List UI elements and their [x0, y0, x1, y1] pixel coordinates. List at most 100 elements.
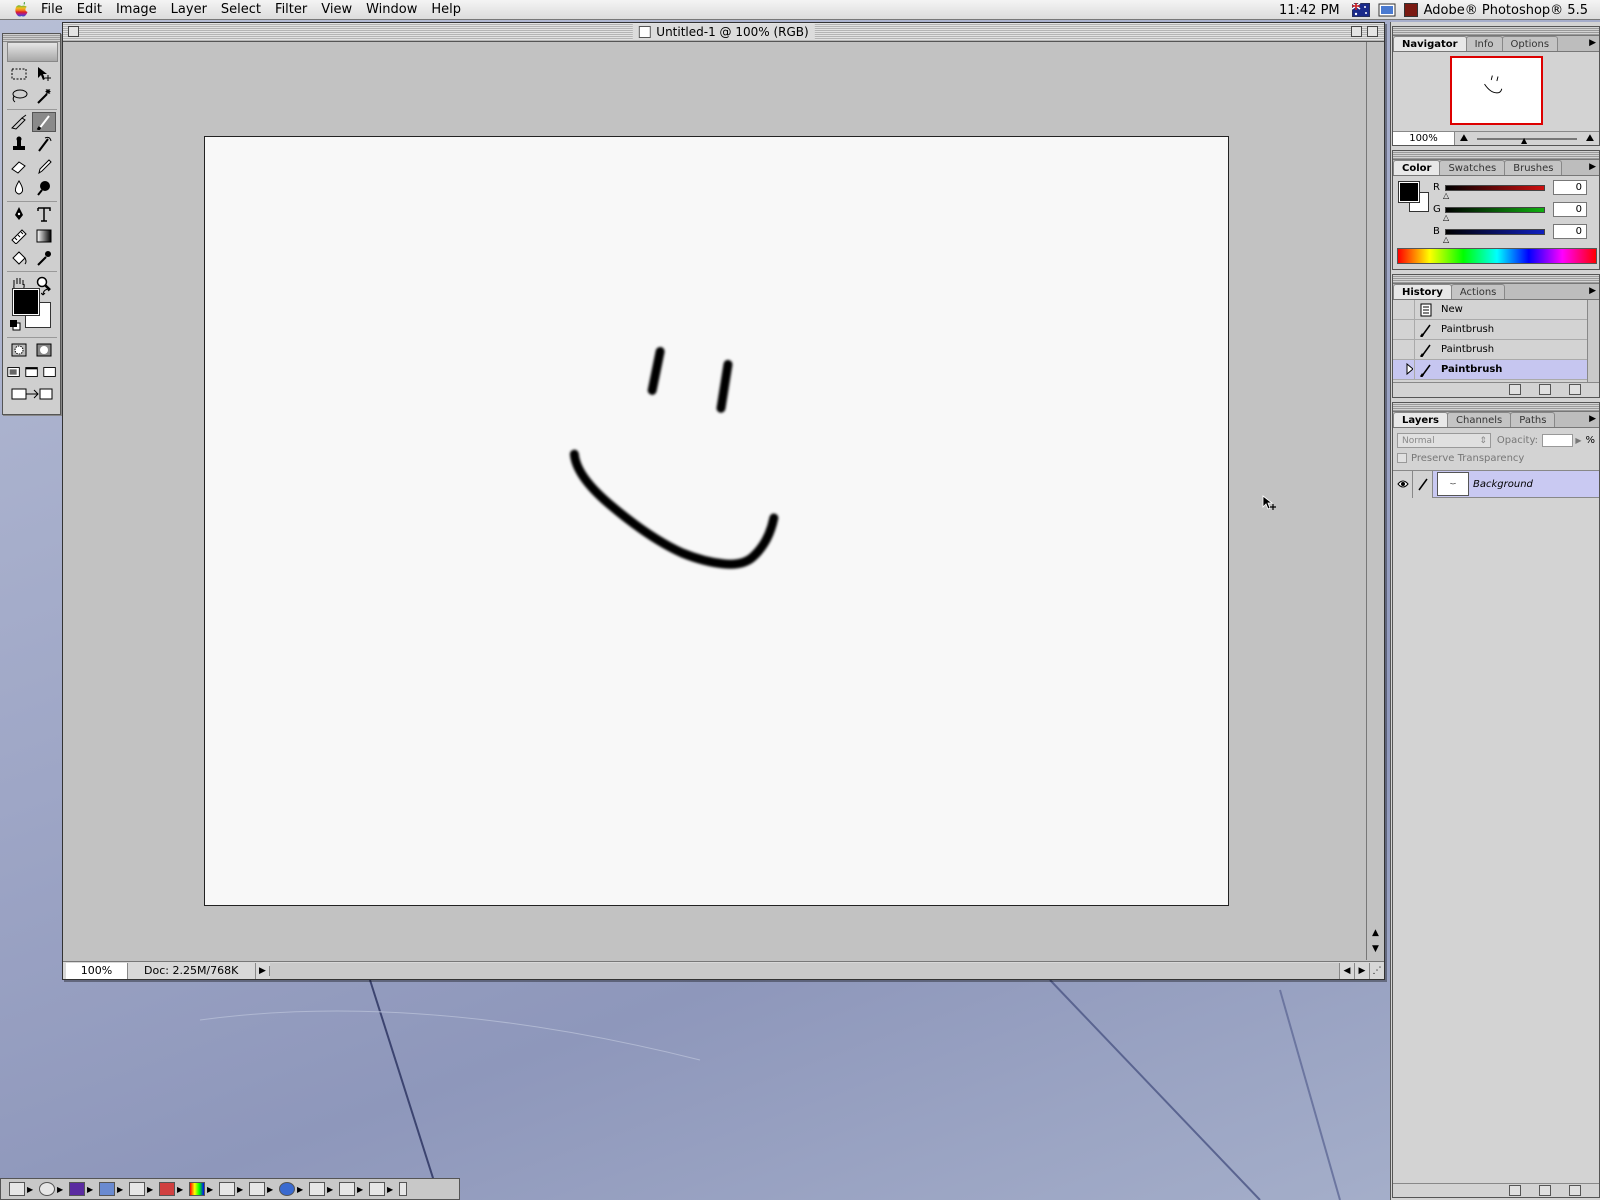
control-strip-arrow[interactable]: ▶	[387, 1185, 393, 1194]
default-colors-icon[interactable]	[9, 319, 21, 331]
control-strip-item[interactable]: ▶	[9, 1180, 39, 1198]
control-strip-arrow[interactable]: ▶	[147, 1185, 153, 1194]
canvas-pasteboard[interactable]	[63, 42, 1367, 960]
marquee-tool[interactable]	[7, 64, 31, 84]
control-strip-item[interactable]: ▶	[189, 1180, 219, 1198]
tab-swatches[interactable]: Swatches	[1439, 160, 1506, 175]
opacity-arrow[interactable]: ▶	[1575, 436, 1581, 445]
tab-history[interactable]: History	[1393, 284, 1452, 299]
menu-view[interactable]: View	[314, 0, 359, 20]
tab-paths[interactable]: Paths	[1510, 412, 1556, 427]
layer-visibility-eye-icon[interactable]	[1393, 470, 1413, 498]
menu-select[interactable]: Select	[214, 0, 268, 20]
screen-mode-full-button[interactable]	[41, 362, 59, 382]
airbrush-tool[interactable]	[7, 112, 31, 132]
palette-menu-arrow[interactable]: ▶	[1589, 162, 1596, 172]
screen-mode-full-menu-button[interactable]	[23, 362, 41, 382]
green-slider-thumb[interactable]: △	[1443, 213, 1449, 222]
menu-image[interactable]: Image	[109, 0, 164, 20]
history-brush-tool[interactable]	[32, 134, 56, 154]
blue-slider-thumb[interactable]: △	[1443, 235, 1449, 244]
menu-edit[interactable]: Edit	[70, 0, 109, 20]
control-strip-arrow[interactable]: ▶	[237, 1185, 243, 1194]
adobe-eye-logo[interactable]	[7, 42, 58, 62]
control-strip-item[interactable]: ▶	[219, 1180, 249, 1198]
close-box-button[interactable]	[68, 26, 79, 37]
menu-file[interactable]: File	[34, 0, 70, 20]
layers-titlebar[interactable]	[1393, 403, 1599, 412]
blur-tool[interactable]	[7, 178, 31, 198]
history-item[interactable]: Paintbrush	[1393, 340, 1587, 360]
control-strip-arrow[interactable]: ▶	[327, 1185, 333, 1194]
scroll-left-arrow[interactable]: ◀	[1339, 962, 1354, 979]
move-tool[interactable]	[32, 64, 56, 84]
navigator-zoom-field[interactable]: 100%	[1393, 132, 1455, 145]
preserve-transparency-checkbox[interactable]	[1397, 453, 1407, 463]
vertical-scrollbar[interactable]: ▲ ▼	[1366, 42, 1384, 960]
zoom-box-button[interactable]	[1351, 26, 1362, 37]
tab-channels[interactable]: Channels	[1447, 412, 1512, 427]
tab-brushes[interactable]: Brushes	[1504, 160, 1563, 175]
green-channel-slider[interactable]	[1445, 207, 1545, 213]
pen-tool[interactable]	[7, 204, 31, 224]
eraser-tool[interactable]	[7, 156, 31, 176]
tab-color[interactable]: Color	[1393, 160, 1441, 175]
red-slider-thumb[interactable]: △	[1443, 191, 1449, 200]
control-strip-item[interactable]: ▶	[159, 1180, 189, 1198]
control-strip-arrow[interactable]: ▶	[207, 1185, 213, 1194]
control-strip-item[interactable]: ▶	[99, 1180, 129, 1198]
palette-menu-arrow[interactable]: ▶	[1589, 38, 1596, 48]
red-channel-value[interactable]: 0	[1553, 180, 1587, 195]
new-snapshot-button[interactable]	[1539, 384, 1551, 395]
menu-layer[interactable]: Layer	[164, 0, 214, 20]
zoom-out-icon[interactable]: ⛰	[1455, 133, 1473, 144]
keyboard-flag-icon[interactable]	[1351, 3, 1370, 17]
control-strip-item[interactable]: ▶	[249, 1180, 279, 1198]
blend-mode-select[interactable]: Normal ⇕	[1397, 432, 1491, 448]
history-snapshot-box[interactable]	[1393, 360, 1415, 379]
zoom-level-field[interactable]: 100%	[66, 962, 128, 979]
application-menu[interactable]: Adobe® Photoshop® 5.5	[1403, 3, 1588, 18]
tab-info[interactable]: Info	[1465, 36, 1503, 51]
standard-mode-button[interactable]	[7, 340, 31, 360]
control-strip-arrow[interactable]: ▶	[57, 1185, 63, 1194]
control-strip-arrow[interactable]: ▶	[297, 1185, 303, 1194]
layer-row-background[interactable]: Background	[1393, 470, 1599, 498]
history-scrollbar[interactable]	[1587, 300, 1599, 382]
screen-mode-standard-button[interactable]	[5, 362, 23, 382]
add-layer-mask-button[interactable]	[1509, 1185, 1521, 1196]
foreground-color-swatch[interactable]	[12, 288, 40, 316]
history-item[interactable]: Paintbrush	[1393, 320, 1587, 340]
tab-navigator[interactable]: Navigator	[1393, 36, 1467, 51]
history-snapshot-box[interactable]	[1393, 340, 1415, 359]
color-titlebar[interactable]	[1393, 151, 1599, 160]
zoom-in-icon[interactable]: ⛰	[1581, 133, 1599, 144]
history-titlebar[interactable]	[1393, 275, 1599, 284]
control-strip-item[interactable]: ▶	[279, 1180, 309, 1198]
control-strip-item[interactable]: ▶	[369, 1180, 399, 1198]
control-strip-arrow[interactable]: ▶	[27, 1185, 33, 1194]
document-titlebar[interactable]: Untitled-1 @ 100% (RGB)	[63, 23, 1384, 42]
history-snapshot-box[interactable]	[1393, 320, 1415, 339]
menu-window[interactable]: Window	[359, 0, 424, 20]
tab-options[interactable]: Options	[1501, 36, 1559, 51]
control-strip-item[interactable]: ▶	[129, 1180, 159, 1198]
history-snapshot-box[interactable]	[1393, 300, 1415, 319]
history-item-selected[interactable]: Paintbrush	[1393, 360, 1587, 380]
zoom-slider[interactable]: ▲	[1477, 136, 1577, 145]
control-strip-item[interactable]	[399, 1180, 429, 1198]
horizontal-scrollbar[interactable]	[270, 962, 1339, 979]
palette-menu-arrow[interactable]: ▶	[1589, 286, 1596, 296]
lasso-tool[interactable]	[7, 86, 31, 106]
gradient-tool[interactable]	[32, 226, 56, 246]
control-strip-arrow[interactable]: ▶	[267, 1185, 273, 1194]
control-strip-item[interactable]: ▶	[339, 1180, 369, 1198]
new-document-from-state-button[interactable]	[1509, 384, 1521, 395]
navigator-thumbnail[interactable]	[1450, 56, 1543, 125]
history-state-slider-icon[interactable]	[1393, 360, 1414, 378]
toolbox-titlebar[interactable]	[3, 34, 60, 42]
paint-bucket-tool[interactable]	[7, 248, 31, 268]
navigator-titlebar[interactable]	[1393, 27, 1599, 36]
type-tool[interactable]	[32, 204, 56, 224]
jump-to-imageready-button[interactable]	[7, 384, 57, 404]
